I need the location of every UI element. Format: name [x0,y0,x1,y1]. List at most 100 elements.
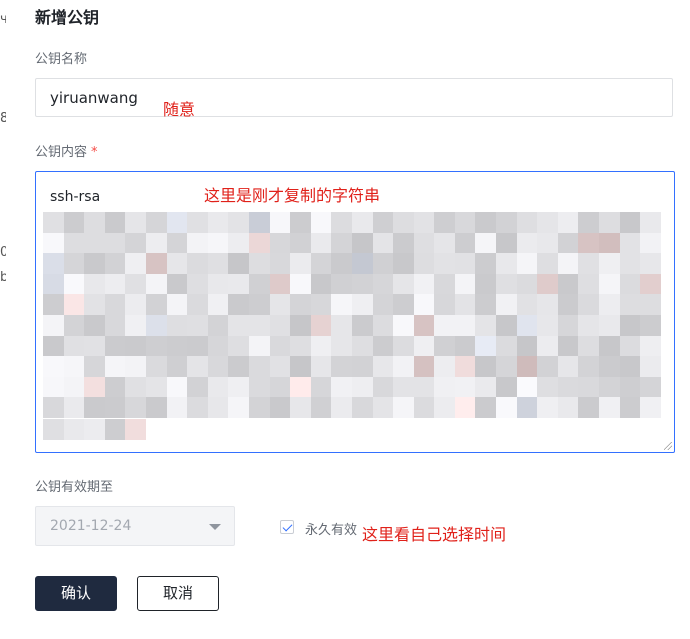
mosaic-block [84,232,105,254]
mosaic-block [372,356,394,377]
mosaic-block [166,314,188,336]
mosaic-block [228,212,249,233]
mosaic-block [310,314,332,336]
mosaic-block [290,273,311,295]
mosaic-block [578,212,600,233]
mosaic-block [125,356,146,377]
mosaic-block [413,397,435,418]
mosaic-block [104,376,126,398]
mosaic-block [228,356,249,377]
mosaic-block [599,314,620,336]
mosaic-block [145,314,167,336]
mosaic-block [125,232,146,254]
mosaic-block [372,212,394,233]
mosaic-block [454,376,476,398]
mosaic-block [413,314,435,336]
mosaic-block [537,397,558,418]
mosaic-block [331,356,352,377]
mosaic-block [599,212,620,233]
mosaic-block [454,253,476,274]
mosaic-block [557,294,579,315]
mosaic-block [290,356,311,377]
resize-handle-icon[interactable] [664,442,672,450]
mosaic-block [475,356,497,377]
mosaic-block [248,294,270,315]
mosaic-block [454,335,476,357]
mosaic-block [372,335,394,357]
mosaic-block [187,232,208,254]
key-content-label-text: 公钥内容 [35,145,88,160]
mosaic-block [537,294,558,315]
background-fragment: 8 [0,111,6,126]
mosaic-block [557,335,579,357]
mosaic-block [599,232,620,254]
mosaic-block [290,294,311,315]
mosaic-block [434,294,455,315]
expiry-date-value: 2021-12-24 [50,518,132,534]
mosaic-block [269,232,291,254]
mosaic-block [557,232,579,254]
mosaic-block [310,356,332,377]
mosaic-block [84,419,105,440]
mosaic-block [228,232,249,254]
mosaic-block [434,376,455,398]
mosaic-block [43,212,64,233]
mosaic-block [145,356,167,377]
mosaic-block [537,212,558,233]
mosaic-block [290,376,311,398]
mosaic-block [310,397,332,418]
key-name-input[interactable]: yiruanwang [35,78,673,117]
mosaic-block [248,273,270,295]
mosaic-block [63,314,85,336]
mosaic-block [63,356,85,377]
mosaic-block [248,376,270,398]
permanent-checkbox[interactable] [280,520,294,534]
mosaic-block [84,212,105,233]
key-content-label: 公钥内容 * [35,141,98,160]
mosaic-block [599,376,620,398]
mosaic-block [351,253,373,274]
mosaic-block [310,335,332,357]
mosaic-block [145,376,167,398]
mosaic-block [372,273,394,295]
mosaic-block [63,419,85,440]
mosaic-block [516,253,538,274]
expiry-date-select[interactable]: 2021-12-24 [35,506,235,546]
mosaic-block [43,356,64,377]
mosaic-block [145,273,167,295]
confirm-button[interactable]: 确认 [35,576,117,611]
mosaic-block [187,356,208,377]
mosaic-block [63,376,85,398]
mosaic-block [145,253,167,274]
cancel-button[interactable]: 取消 [137,576,219,611]
mosaic-block [578,253,600,274]
mosaic-block [207,273,229,295]
mosaic-block [640,294,661,315]
mosaic-block [125,314,146,336]
mosaic-block [331,335,352,357]
mosaic-block [496,212,517,233]
mosaic-block [207,356,229,377]
permanent-label[interactable]: 永久有效 [305,519,357,538]
key-content-textarea[interactable]: ssh-rsa [35,171,675,453]
mosaic-block [393,376,414,398]
mosaic-block [310,253,332,274]
mosaic-block [351,335,373,357]
mosaic-block [248,314,270,336]
key-name-annotation: 随意 [163,100,196,119]
mosaic-block [454,273,476,295]
mosaic-block [454,294,476,315]
mosaic-block [290,335,311,357]
mosaic-block [578,335,600,357]
mosaic-block [290,397,311,418]
background-fragment: ч [0,12,6,27]
mosaic-block [84,335,105,357]
mosaic-block [578,376,600,398]
mosaic-block [537,314,558,336]
mosaic-block [599,273,620,295]
mosaic-block [125,376,146,398]
mosaic-block [454,314,476,336]
mosaic-block [496,356,517,377]
mosaic-block [248,232,270,254]
mosaic-block [228,314,249,336]
